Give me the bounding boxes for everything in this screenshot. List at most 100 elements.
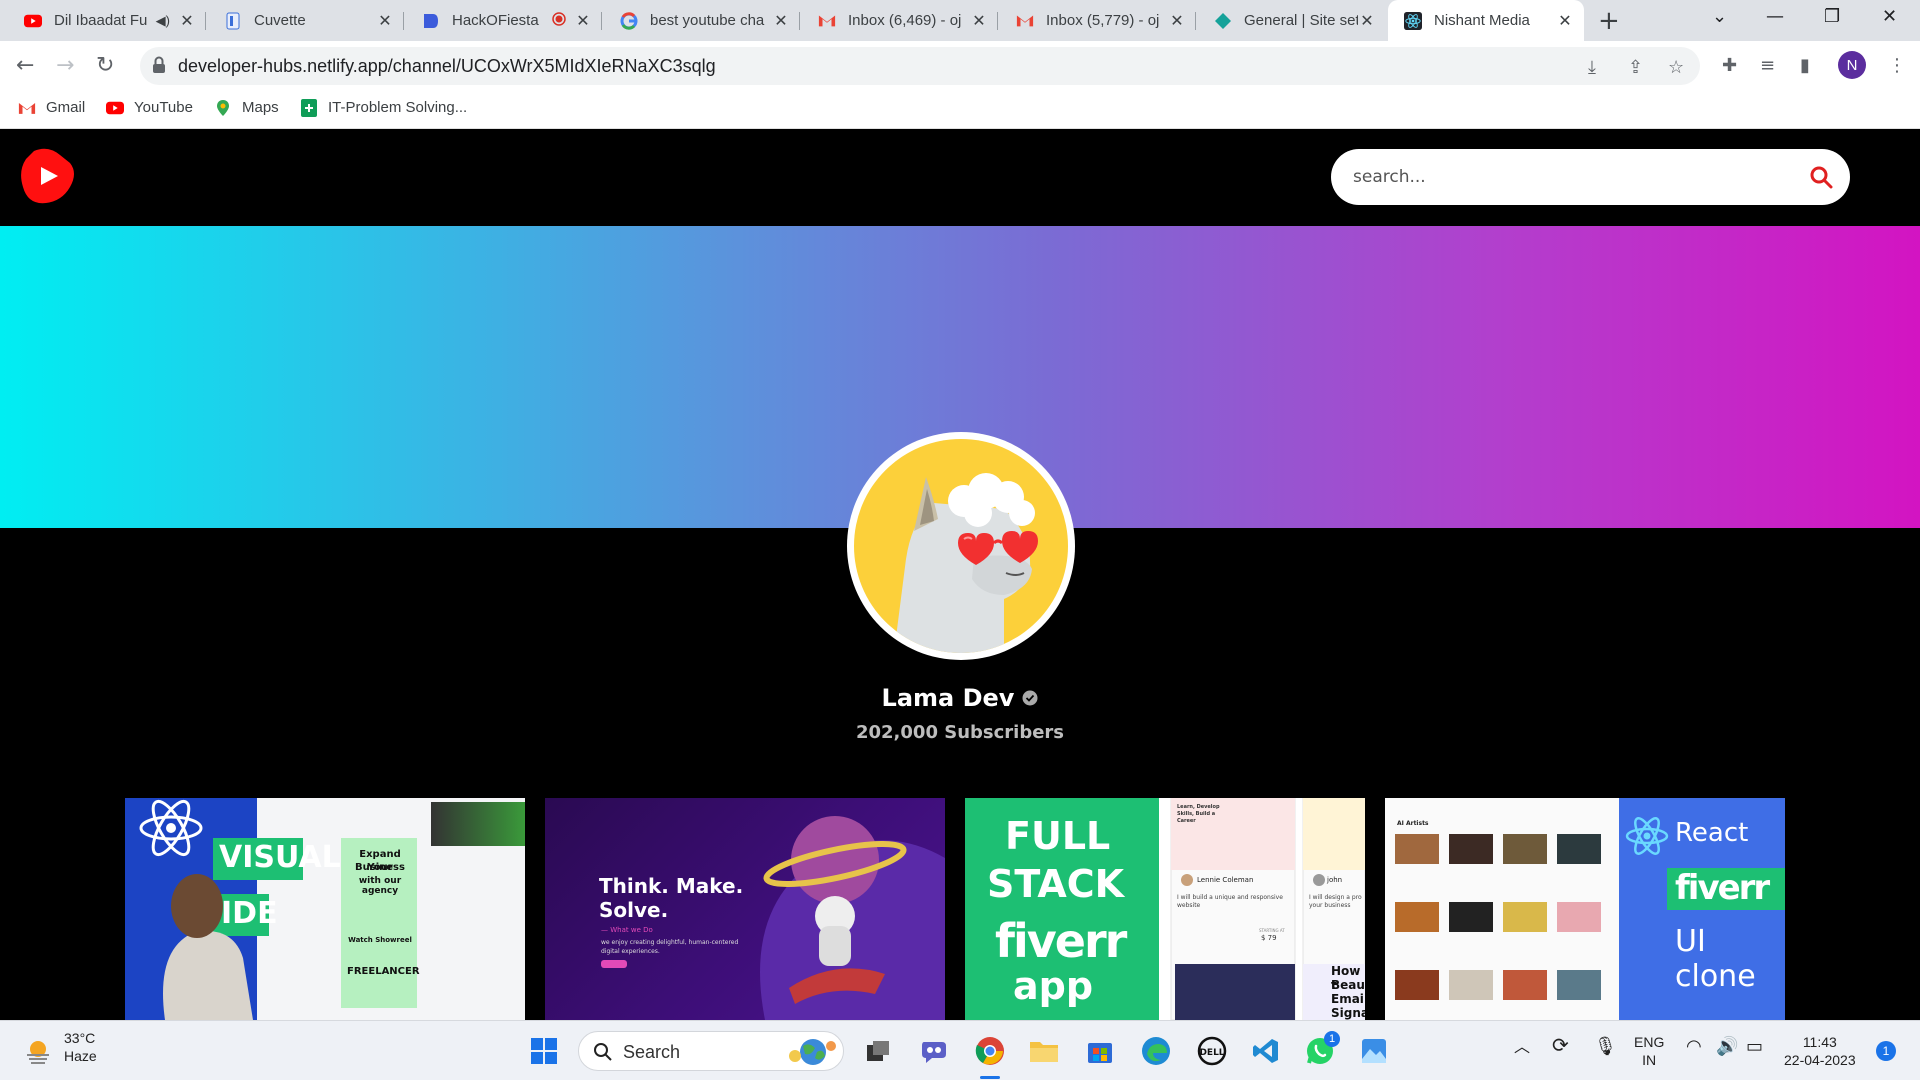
clock-date: 22-04-2023 [1784,1052,1856,1068]
bookmark-star-icon[interactable]: ☆ [1668,57,1684,78]
thumb-text: Emai [1331,992,1364,1006]
video-card[interactable]: FULL STACK fiverr app Learn, Develop Ski… [965,798,1365,1020]
thumb-text: Signa [1331,1006,1365,1020]
thumb-text: I will design a pro your business [1309,894,1362,909]
thumb-button [601,960,627,968]
browser-tab[interactable]: Inbox (6,469) - oj ✕ [802,0,998,41]
browser-tab[interactable]: HackOFiesta ✕ [406,0,602,41]
active-app-indicator [980,1076,1000,1079]
notification-badge[interactable]: 1 [1876,1041,1896,1061]
search-input[interactable] [1353,163,1773,191]
media-control-icon[interactable]: ≡ [1760,55,1775,76]
forward-icon[interactable]: → [56,53,74,78]
microsoft-store-icon[interactable] [1084,1035,1116,1067]
whatsapp-badge: 1 [1324,1031,1340,1047]
browser-tab[interactable]: best youtube cha ✕ [604,0,800,41]
close-icon[interactable]: ✕ [1358,11,1376,31]
file-explorer-icon[interactable] [1028,1035,1060,1067]
youtube-icon [106,100,124,116]
react-icon [1404,11,1422,30]
windows-taskbar: 33°C Haze Search DELL 1 ︿ ⟳ 🎙 ENG IN ◠ 🔊… [0,1020,1920,1080]
bookmark-gmail[interactable]: Gmail [18,99,85,116]
lock-icon[interactable] [152,56,166,74]
weather-desc: Haze [64,1048,97,1064]
channel-avatar[interactable] [847,432,1075,660]
video-card[interactable]: AI Artists React fiverr UI clone [1385,798,1785,1020]
url-text[interactable]: developer-hubs.netlify.app/channel/UCOxW… [178,56,716,77]
side-panel-icon[interactable]: ▮ [1800,55,1810,76]
sync-icon[interactable]: ⟳ [1552,1036,1569,1056]
vscode-icon[interactable] [1250,1035,1282,1067]
thumb-text: app [1013,964,1094,1008]
clock[interactable]: 11:43 22-04-2023 [1784,1033,1856,1069]
close-icon[interactable]: ✕ [376,11,394,31]
battery-icon[interactable]: ▭ [1746,1037,1763,1055]
thumb-title: Solve. [599,898,669,922]
browser-tab[interactable]: General | Site sett ✕ [1198,0,1386,41]
hackofiesta-icon [422,12,440,30]
browser-tab[interactable]: Cuvette ✕ [208,0,404,41]
sheets-icon [300,98,318,117]
thumb-text: React [1675,818,1749,848]
tray-overflow-icon[interactable]: ︿ [1514,1039,1530,1057]
taskbar-search[interactable]: Search [578,1031,844,1071]
install-icon[interactable]: ⤓ [1588,57,1596,78]
video-card[interactable]: Think. Make. Solve. — What we Do we enjo… [545,798,945,1020]
bookmark-youtube[interactable]: YouTube [106,99,193,116]
bookmarks-bar: Gmail YouTube Maps IT-Problem Solving... [0,91,1920,129]
browser-tab-active[interactable]: Nishant Media ✕ [1388,0,1584,41]
close-icon[interactable]: ✕ [574,11,592,31]
youtube-icon [24,12,42,30]
window-close-icon[interactable]: ✕ [1882,6,1897,27]
windows-start-icon[interactable] [528,1035,560,1067]
extensions-icon[interactable]: ✚ [1722,55,1737,76]
bookmark-it-problem-solving[interactable]: IT-Problem Solving... [300,98,468,117]
profile-avatar[interactable]: N [1838,51,1866,79]
bookmark-maps[interactable]: Maps [214,99,279,116]
tab-title: Inbox (5,779) - oj [1046,12,1160,29]
minimize-icon[interactable]: — [1766,6,1784,27]
share-icon[interactable]: ⇪ [1628,57,1643,78]
tab-title: General | Site sett [1244,12,1358,29]
close-icon[interactable]: ✕ [178,11,196,31]
photos-icon[interactable] [1358,1035,1390,1067]
close-icon[interactable]: ✕ [1556,11,1574,31]
close-icon[interactable]: ✕ [970,11,988,31]
bookmark-label: IT-Problem Solving... [328,99,468,116]
browser-tab[interactable]: Dil Ibaadat Fu ◀) ✕ [8,0,206,41]
weather-temp: 33°C [64,1030,96,1046]
back-icon[interactable]: ← [16,53,34,78]
weather-widget[interactable]: 33°C Haze [20,1029,140,1073]
new-tab-button[interactable]: + [1598,6,1620,36]
close-icon[interactable]: ✕ [1168,11,1186,31]
thumb-text: $ 79 [1261,934,1277,942]
app-logo-icon[interactable] [20,147,76,205]
volume-icon[interactable]: 🔊 [1716,1037,1738,1055]
browser-tab[interactable]: Inbox (5,779) - oj ✕ [1000,0,1196,41]
speaker-icon[interactable]: ◀) [156,13,170,29]
search-icon[interactable] [1809,165,1833,189]
address-bar[interactable]: developer-hubs.netlify.app/channel/UCOxW… [140,47,1700,85]
tab-search-icon[interactable]: ⌄ [1712,6,1727,27]
reload-icon[interactable]: ↻ [96,53,114,78]
menu-icon[interactable]: ⋮ [1888,55,1906,76]
thumb-text: fiverr [995,914,1127,968]
wifi-icon[interactable]: ◠ [1686,1037,1702,1055]
close-icon[interactable]: ✕ [772,11,790,31]
search-bar [1331,149,1850,205]
thumb-text: fiverr [1675,868,1770,908]
app-header [0,129,1920,226]
thumb-sub: — What we Do [601,926,653,934]
dell-icon[interactable]: DELL [1196,1035,1228,1067]
chrome-icon[interactable] [974,1035,1006,1067]
microphone-icon[interactable]: 🎙 [1594,1037,1617,1055]
earth-day-icon [789,1039,836,1065]
edge-icon[interactable] [1140,1035,1172,1067]
thumb-title: Think. Make. [599,874,744,898]
chat-icon[interactable] [918,1035,950,1067]
restore-icon[interactable]: ❐ [1824,6,1840,27]
video-card[interactable]: VISUAL IDE Expand Your Business with our… [125,798,525,1020]
thumb-text: Watch Showreel [348,936,412,944]
task-view-icon[interactable] [862,1035,894,1067]
language-indicator[interactable]: ENG IN [1634,1033,1664,1069]
